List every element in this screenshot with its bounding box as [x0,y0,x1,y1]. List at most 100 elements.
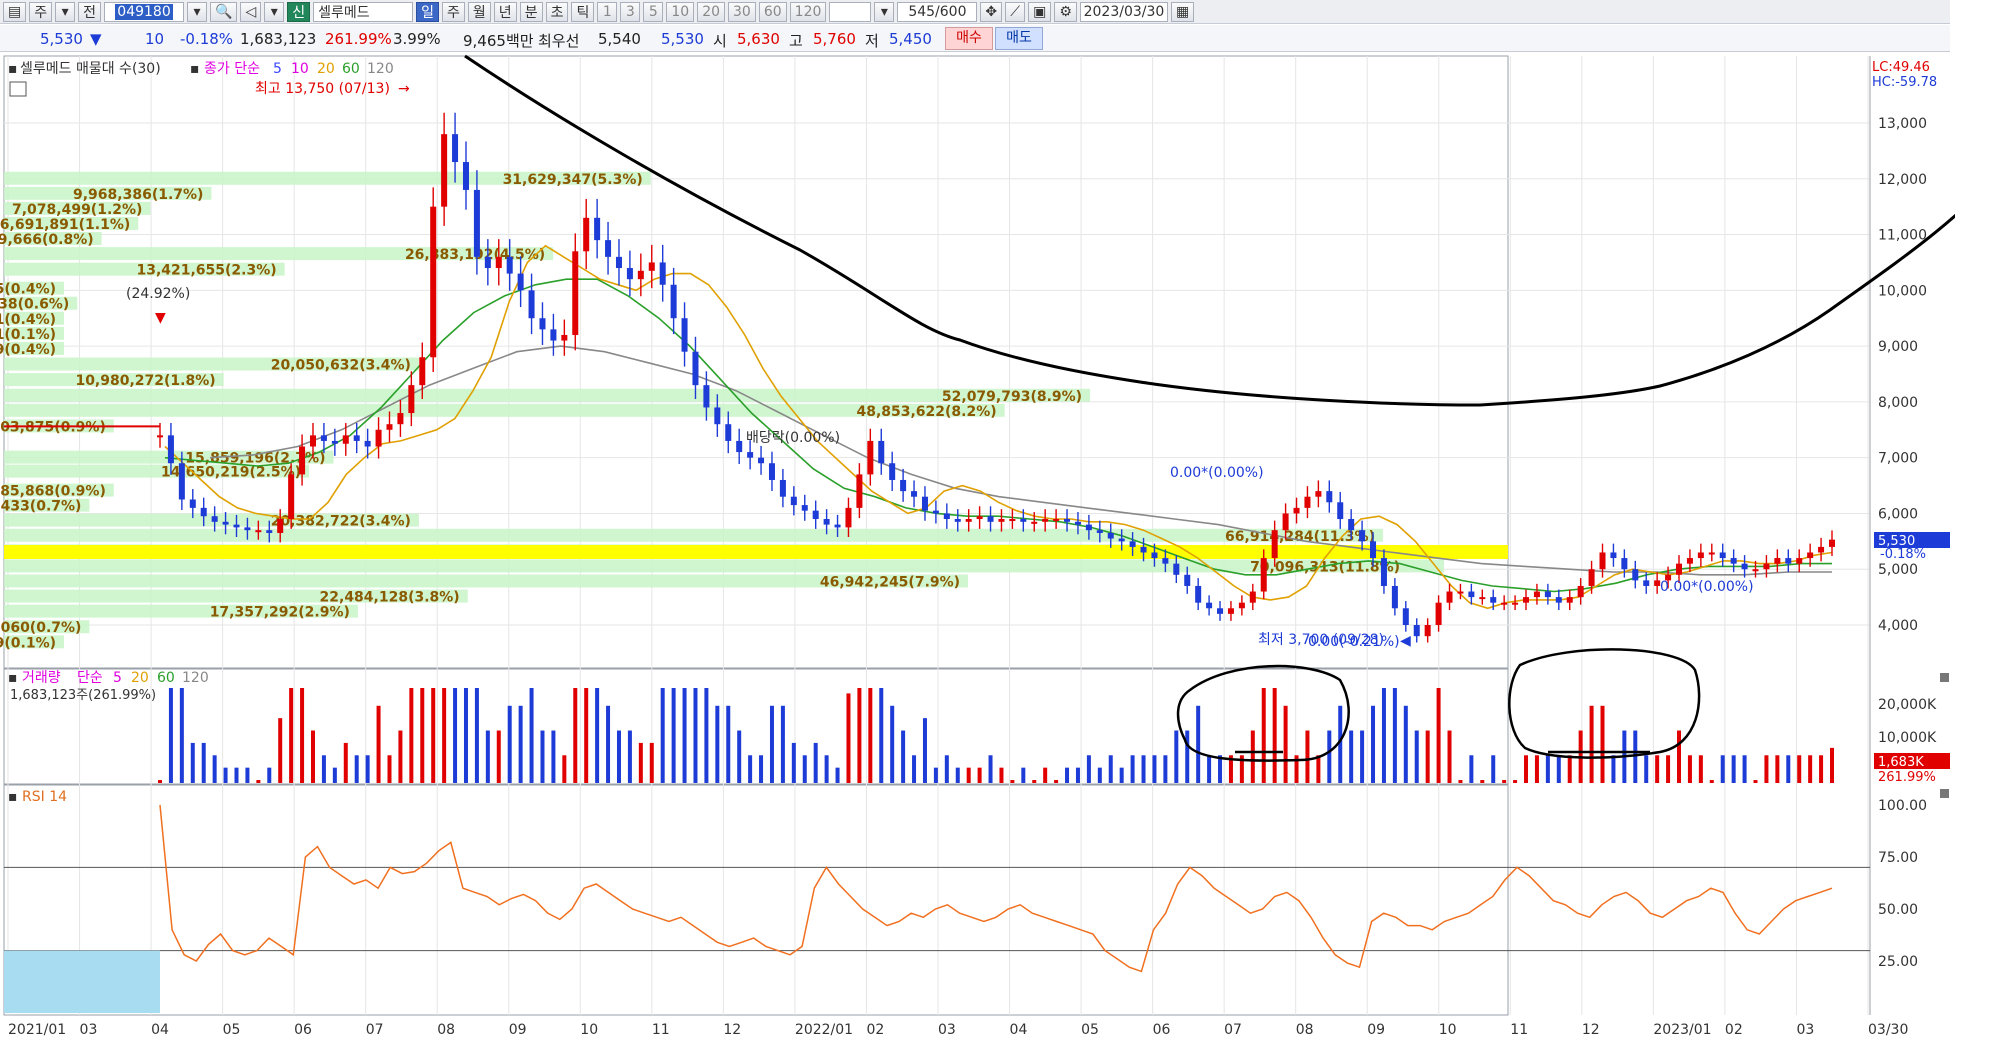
candle-body [812,510,819,520]
volume-bar [507,705,512,783]
candle-body [1064,519,1071,522]
zero-annotation-2: 0.00*(0.00%) [1660,579,1754,595]
candle-body [441,134,448,207]
volume-tick-label: 20,000K [1878,697,1937,713]
zero-annotation-1: 0.00*(0.00%) [1170,465,1264,481]
date-tick-label: 02 [866,1022,884,1038]
volume-bar [453,688,458,783]
volume-bar [1677,730,1682,783]
date-tick-label: 11 [1510,1022,1528,1038]
candle-body [233,524,240,528]
volume-bar [179,688,184,783]
candle-body [1632,569,1639,581]
volume-bar [540,730,545,783]
volume-bar [1556,755,1561,783]
candle-body [1304,496,1311,508]
candle-body [1686,558,1693,564]
volume-tag-value: 1,683K [1878,755,1924,770]
date-tick-label: 2022/01 [795,1022,853,1038]
volume-bar [1545,755,1550,783]
candle-body [747,452,754,458]
volume-bar [1611,755,1616,783]
grid-toggle-icon[interactable] [9,81,27,97]
profile-label: 17,357,292(2.9%) [210,605,350,621]
pane-menu-icon[interactable]: ▪ [8,670,18,686]
volume-bar [1054,780,1059,783]
volume-bar [1065,767,1070,783]
volume-bar [868,688,873,783]
date-tick-label: 12 [1582,1022,1600,1038]
volume-bar [234,767,239,783]
candle-body [987,516,994,522]
volume-bar [289,688,294,783]
volume-bar [267,767,272,783]
pane-menu-icon[interactable]: ▪ [8,789,18,805]
stock-chart[interactable]: 31,629,347(5.3%) 9,968,386(1.7%)7,078,499… [0,0,1955,1041]
dividend-annotation: 배당락(0.00%) [746,430,840,446]
price-tick-label: 7,000 [1878,451,1918,467]
pane-maximize-icon[interactable] [1940,673,1949,682]
volume-bar [518,705,523,783]
volume-bar [1283,705,1288,783]
pane-maximize-icon[interactable] [1940,789,1949,798]
low-annotation: 최저 3,700 (09/28) [1258,632,1384,648]
candle-body [342,435,349,444]
pane-menu-icon[interactable]: ▪ [190,61,200,77]
volume-bar [1742,755,1747,783]
volume-bar [682,688,687,783]
candle-body [353,435,360,441]
volume-bar [387,755,392,783]
pane-menu-icon[interactable]: ▪ [8,61,18,77]
volume-bar [1316,755,1321,783]
volume-bar [321,755,326,783]
volume-bar [835,767,840,783]
candle-body [1763,563,1770,570]
candle-body [1643,580,1650,586]
candle-body [200,507,207,517]
candle-body [1457,591,1464,594]
date-tick-label: 08 [437,1022,455,1038]
candle-body [976,516,983,520]
ma-5-label: 5 [273,61,282,77]
date-tick-label: 07 [1224,1022,1242,1038]
pct-annotation: (24.92%) [126,286,190,302]
date-tick-label: 05 [223,1022,241,1038]
candle-body [364,440,371,447]
volume-bar [693,688,698,783]
volume-bar [901,730,906,783]
volume-bar [1152,755,1157,783]
volume-pane-frame [3,668,1509,785]
volume-bar [1207,755,1212,783]
volume-bar [1458,780,1463,783]
volume-bar [857,688,862,783]
candle-body [1031,521,1038,524]
candle-body [430,206,437,358]
volume-bar [256,780,261,783]
profile-label: 66,914,284(11.3%) [1225,529,1375,545]
volume-bar [649,742,654,783]
volume-bar [463,688,468,783]
candle-body [1435,602,1442,625]
date-tick-label: 04 [1010,1022,1028,1038]
candle-body [670,284,677,319]
high-annotation: 최고 13,750 (07/13) [255,81,390,97]
volume-bar [1327,730,1332,783]
volume-bar [780,705,785,783]
date-tick-label: 10 [1439,1022,1457,1038]
volume-bar [1032,780,1037,783]
date-tick-label: 06 [294,1022,312,1038]
candle-body [867,440,874,475]
volume-current: 1,683,123주(261.99%) [10,688,156,703]
volume-bar [1360,730,1365,783]
volume-bar [212,755,217,783]
volume-bar [1021,767,1026,783]
profile-bar [4,388,1091,402]
rsi-tick-label: 75.00 [1878,850,1918,866]
volume-bar [1075,767,1080,783]
volume-bar [813,742,818,783]
volume-bar [1819,755,1824,783]
candle-body [878,440,885,464]
volume-bar [278,718,283,783]
candle-body [1370,541,1377,559]
price-tick-label: 11,000 [1878,228,1927,244]
